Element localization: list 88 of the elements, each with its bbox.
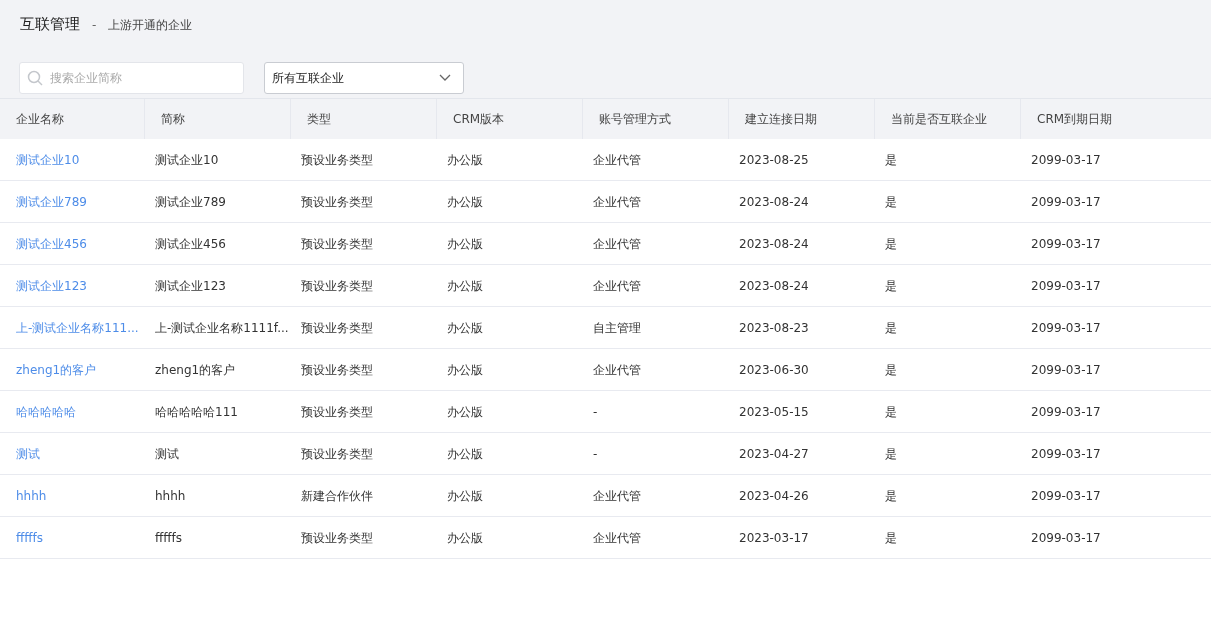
table-cell-text: 2023-06-30 (738, 361, 810, 379)
table-cell-text: 办公版 (446, 487, 484, 505)
table-cell-text: 企业代管 (592, 277, 642, 295)
table-cell-text: 办公版 (446, 403, 484, 421)
filter-dropdown[interactable]: 所有互联企业 (264, 61, 464, 94)
table-cell-text: 2099-03-17 (1030, 529, 1102, 547)
company-link[interactable]: 哈哈哈哈哈 (16, 402, 76, 421)
table-cell-text: 是 (884, 277, 898, 295)
table-cell-text: 2099-03-17 (1030, 319, 1102, 337)
company-link[interactable]: 上-测试企业名称111... (16, 318, 139, 337)
table-cell-text: 2099-03-17 (1030, 361, 1102, 379)
table-cell-text: 是 (884, 403, 898, 421)
table-cell-text: 是 (884, 487, 898, 505)
table-cell-text: - (592, 403, 599, 421)
company-link[interactable]: 测试企业123 (16, 276, 87, 295)
table-cell-text: 测试 (154, 445, 180, 463)
table-cell-text: 2023-08-24 (738, 235, 810, 253)
table-cell-text: 是 (884, 193, 898, 211)
table-cell-text: 2099-03-17 (1030, 235, 1102, 253)
company-link[interactable]: fffffs (16, 528, 43, 547)
search-icon (27, 69, 43, 86)
table-cell-text: 企业代管 (592, 235, 642, 253)
table-cell-text: 预设业务类型 (300, 235, 374, 253)
column-header: CRM到期日期 (1036, 111, 1114, 128)
search-field[interactable]: 搜索企业简称 (19, 61, 244, 94)
table-cell-text: 是 (884, 529, 898, 547)
table-cell-text: 自主管理 (592, 319, 642, 337)
table-cell-text: hhhh (154, 487, 187, 505)
company-link[interactable]: hhhh (16, 486, 47, 505)
table-cell-text: 2099-03-17 (1030, 403, 1102, 421)
table-cell-text: zheng1的客户 (154, 361, 237, 379)
table-cell-text: fffffs (154, 529, 183, 547)
table-cell-text: 新建合作伙伴 (300, 487, 374, 505)
company-link[interactable]: zheng1的客户 (16, 360, 97, 379)
table-cell-text: 是 (884, 445, 898, 463)
table-cell-text: 办公版 (446, 361, 484, 379)
table-cell-text: 预设业务类型 (300, 361, 374, 379)
table-cell-text: 办公版 (446, 319, 484, 337)
table-cell-text: 预设业务类型 (300, 445, 374, 463)
page-title: 互联管理 (20, 14, 80, 35)
company-link[interactable]: 测试企业789 (16, 192, 87, 211)
page-subtitle: 上游开通的企业 (108, 17, 193, 34)
table-cell-text: 预设业务类型 (300, 277, 374, 295)
table-cell-text: 2023-08-23 (738, 319, 810, 337)
table-cell-text: 预设业务类型 (300, 403, 374, 421)
company-link[interactable]: 测试企业10 (16, 150, 80, 169)
table-cell-text: 2099-03-17 (1030, 487, 1102, 505)
table-cell-text: 企业代管 (592, 193, 642, 211)
table-cell-text: 测试企业456 (154, 235, 227, 253)
table-cell-text: 办公版 (446, 193, 484, 211)
table-cell-text: 2023-08-24 (738, 193, 810, 211)
table-cell-text: 办公版 (446, 235, 484, 253)
table-cell-text: 是 (884, 151, 898, 169)
table-cell-text: 是 (884, 361, 898, 379)
table-cell-text: 预设业务类型 (300, 151, 374, 169)
table-cell-text: 办公版 (446, 529, 484, 547)
table-cell-text: 预设业务类型 (300, 319, 374, 337)
table-cell-text: 是 (884, 235, 898, 253)
table-cell-text: 办公版 (446, 277, 484, 295)
title-separator: - (92, 17, 97, 34)
table-cell-text: 2099-03-17 (1030, 445, 1102, 463)
table-cell-text: 2023-03-17 (738, 529, 810, 547)
table-cell-text: 2023-08-24 (738, 277, 810, 295)
table-cell-text: 2023-08-25 (738, 151, 810, 169)
table-cell-text: 是 (884, 319, 898, 337)
table-cell-text: 2023-04-27 (738, 445, 810, 463)
table-cell-text: 办公版 (446, 445, 484, 463)
table-cell-text: 预设业务类型 (300, 529, 374, 547)
table-cell-text: 测试企业123 (154, 277, 227, 295)
table-cell-text: 测试企业789 (154, 193, 227, 211)
table-cell-text: - (592, 445, 599, 463)
table-cell-text: 办公版 (446, 151, 484, 169)
table-cell-text: 企业代管 (592, 361, 642, 379)
table-cell-text: 哈哈哈哈哈111 (154, 403, 239, 421)
table-cell-text: 2099-03-17 (1030, 277, 1102, 295)
table-cell-text: 2099-03-17 (1030, 151, 1102, 169)
table-cell-text: 企业代管 (592, 487, 642, 505)
table-cell-text: 上-测试企业名称1111f... (154, 319, 290, 337)
company-link[interactable]: 测试企业456 (16, 234, 87, 253)
table-cell-text: 2099-03-17 (1030, 193, 1102, 211)
company-link[interactable]: 测试 (16, 444, 40, 463)
table-cell-text: 2023-04-26 (738, 487, 810, 505)
table-cell-text: 测试企业10 (154, 151, 220, 169)
table-cell-text: 预设业务类型 (300, 193, 374, 211)
table-cell-text: 企业代管 (592, 151, 642, 169)
chevron-down-icon (439, 73, 451, 82)
table-cell-text: 2023-05-15 (738, 403, 810, 421)
table-cell-text: 企业代管 (592, 529, 642, 547)
